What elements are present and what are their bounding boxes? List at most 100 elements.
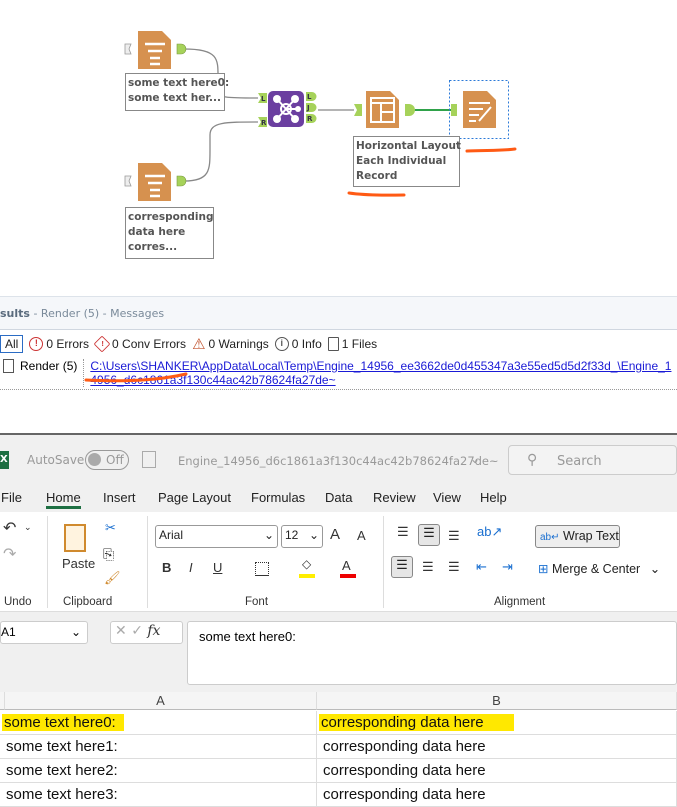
filter-files[interactable]: 1 Files (327, 337, 377, 351)
align-middle-icon[interactable]: ☰ (418, 524, 440, 546)
format-painter-icon[interactable]: 🖌 (104, 570, 121, 586)
highlight-underline (84, 372, 188, 383)
file-icon (3, 359, 14, 373)
filter-conv-errors[interactable]: ! 0 Conv Errors (93, 335, 187, 353)
formula-input[interactable]: some text here0: (187, 621, 677, 685)
workflow-canvas[interactable]: L R L J R (0, 0, 677, 296)
name-box[interactable]: A1 ⌄ (0, 621, 88, 644)
font-name-dropdown[interactable]: Arial ⌄ (155, 525, 278, 548)
excel-logo-icon: X (0, 451, 9, 469)
join-tool[interactable]: L R L J R (258, 91, 317, 127)
bold-button[interactable]: B (162, 560, 171, 575)
decrease-indent-icon[interactable]: ⇤ (476, 559, 487, 575)
underline-button[interactable]: U (213, 560, 222, 575)
cell-a2[interactable]: some text here1: (0, 735, 317, 759)
cell-a1[interactable]: some text here0: (0, 711, 317, 735)
filter-label: 0 Warnings (208, 337, 269, 351)
redo-icon[interactable]: ↷ (3, 544, 16, 564)
tab-formulas[interactable]: Formulas (251, 490, 305, 505)
conv-error-icon: ! (93, 335, 111, 353)
paste-icon[interactable] (64, 524, 86, 552)
tab-help[interactable]: Help (480, 490, 507, 505)
borders-icon[interactable] (255, 562, 269, 576)
column-header-a[interactable]: A (5, 692, 317, 710)
cell-b3[interactable]: corresponding data here (317, 759, 677, 783)
svg-text:L: L (261, 95, 266, 103)
render-tool[interactable] (449, 80, 509, 139)
spreadsheet-grid: A B some text here0: corresponding data … (0, 692, 677, 807)
annotation-line: data here (128, 226, 186, 238)
autosave-label: AutoSave (27, 453, 85, 467)
filter-label: 0 Info (291, 337, 322, 351)
cell-b4[interactable]: corresponding data here (317, 783, 677, 807)
formula-value: some text here0: (199, 629, 296, 644)
annotation-layout: Horizontal Layout Each Individual Record (353, 136, 461, 187)
tab-file[interactable]: File (1, 490, 22, 505)
decrease-font-button[interactable]: A (357, 528, 366, 543)
increase-indent-icon[interactable]: ⇥ (502, 559, 513, 575)
save-icon[interactable] (142, 451, 156, 468)
tab-review[interactable]: Review (373, 490, 416, 505)
align-top-icon[interactable]: ☰ (397, 524, 409, 540)
filter-all[interactable]: All (0, 335, 24, 353)
svg-text:L: L (307, 93, 312, 101)
annotation-line: corres... (128, 241, 178, 253)
search-box[interactable]: ⚲ Search (508, 445, 677, 475)
text-input-tool-1[interactable] (124, 31, 187, 69)
results-title: sults (0, 307, 30, 320)
font-size: 12 (285, 528, 299, 542)
paste-button[interactable]: Paste (62, 556, 95, 571)
filter-warnings[interactable]: ⚠ 0 Warnings (192, 335, 269, 353)
wrap-text-icon: ab↵ (540, 532, 560, 543)
merge-center-button[interactable]: ⊞ Merge & Center ⌄ (538, 561, 660, 576)
wrap-text-button[interactable]: ab↵ Wrap Text (535, 525, 620, 548)
column-header-b[interactable]: B (317, 692, 677, 710)
layout-tool[interactable] (354, 91, 415, 128)
tab-insert[interactable]: Insert (103, 490, 136, 505)
file-name[interactable]: Engine_14956_d6c1861a3f130c44ac42b78624f… (178, 454, 499, 468)
text-input-tool-2[interactable] (124, 163, 187, 201)
annotation-input1: some text here0: some text her... (125, 73, 229, 111)
svg-text:J: J (306, 104, 310, 112)
filter-info[interactable]: i0 Info (274, 337, 322, 351)
cut-icon[interactable]: ✂ (105, 520, 116, 536)
formula-bar-area: A1 ⌄ ✕ ✓ fx some text here0: (0, 612, 677, 692)
search-placeholder: Search (557, 454, 602, 469)
align-right-icon[interactable]: ☰ (448, 559, 460, 575)
cell-b1[interactable]: corresponding data here (317, 711, 677, 735)
font-name: Arial (159, 528, 184, 542)
annotation-line: Each Individual (356, 155, 447, 167)
autosave-toggle[interactable]: Off (85, 450, 129, 470)
font-color-button[interactable]: A (342, 558, 351, 573)
undo-icon[interactable]: ↶ (3, 518, 16, 538)
align-bottom-icon[interactable]: ☰ (448, 528, 460, 544)
annotation-line: corresponding (128, 211, 214, 223)
annotation-line: Record (356, 170, 398, 182)
cancel-icon[interactable]: ✕ (115, 623, 127, 639)
insert-function-button[interactable]: fx (147, 623, 160, 639)
filter-errors[interactable]: ! 0 Errors (29, 337, 89, 351)
fill-color-icon[interactable] (299, 574, 315, 578)
enter-icon[interactable]: ✓ (131, 623, 143, 639)
font-size-dropdown[interactable]: 12 ⌄ (281, 525, 323, 548)
orientation-icon[interactable]: ab↗ (477, 524, 502, 540)
tab-page-layout[interactable]: Page Layout (158, 490, 231, 505)
group-undo-label: Undo (4, 596, 32, 608)
tab-view[interactable]: View (433, 490, 461, 505)
tab-data[interactable]: Data (325, 490, 352, 505)
group-alignment-label: Alignment (494, 596, 546, 608)
align-left-icon[interactable]: ☰ (391, 556, 413, 578)
chevron-down-icon[interactable]: ⌄ (470, 452, 480, 466)
merge-center-label: Merge & Center (551, 562, 641, 576)
formula-buttons: ✕ ✓ fx (110, 621, 183, 644)
copy-icon[interactable]: ⎘ (103, 546, 114, 563)
cell-a4[interactable]: some text here3: (0, 783, 317, 807)
align-center-icon[interactable]: ☰ (422, 559, 434, 575)
cell-a3[interactable]: some text here2: (0, 759, 317, 783)
tab-home[interactable]: Home (46, 490, 81, 509)
cell-b2[interactable]: corresponding data here (317, 735, 677, 759)
italic-button[interactable]: I (189, 560, 193, 575)
increase-font-button[interactable]: A (330, 526, 340, 543)
filter-label: 0 Conv Errors (112, 337, 187, 351)
warning-icon: ⚠ (192, 336, 206, 353)
